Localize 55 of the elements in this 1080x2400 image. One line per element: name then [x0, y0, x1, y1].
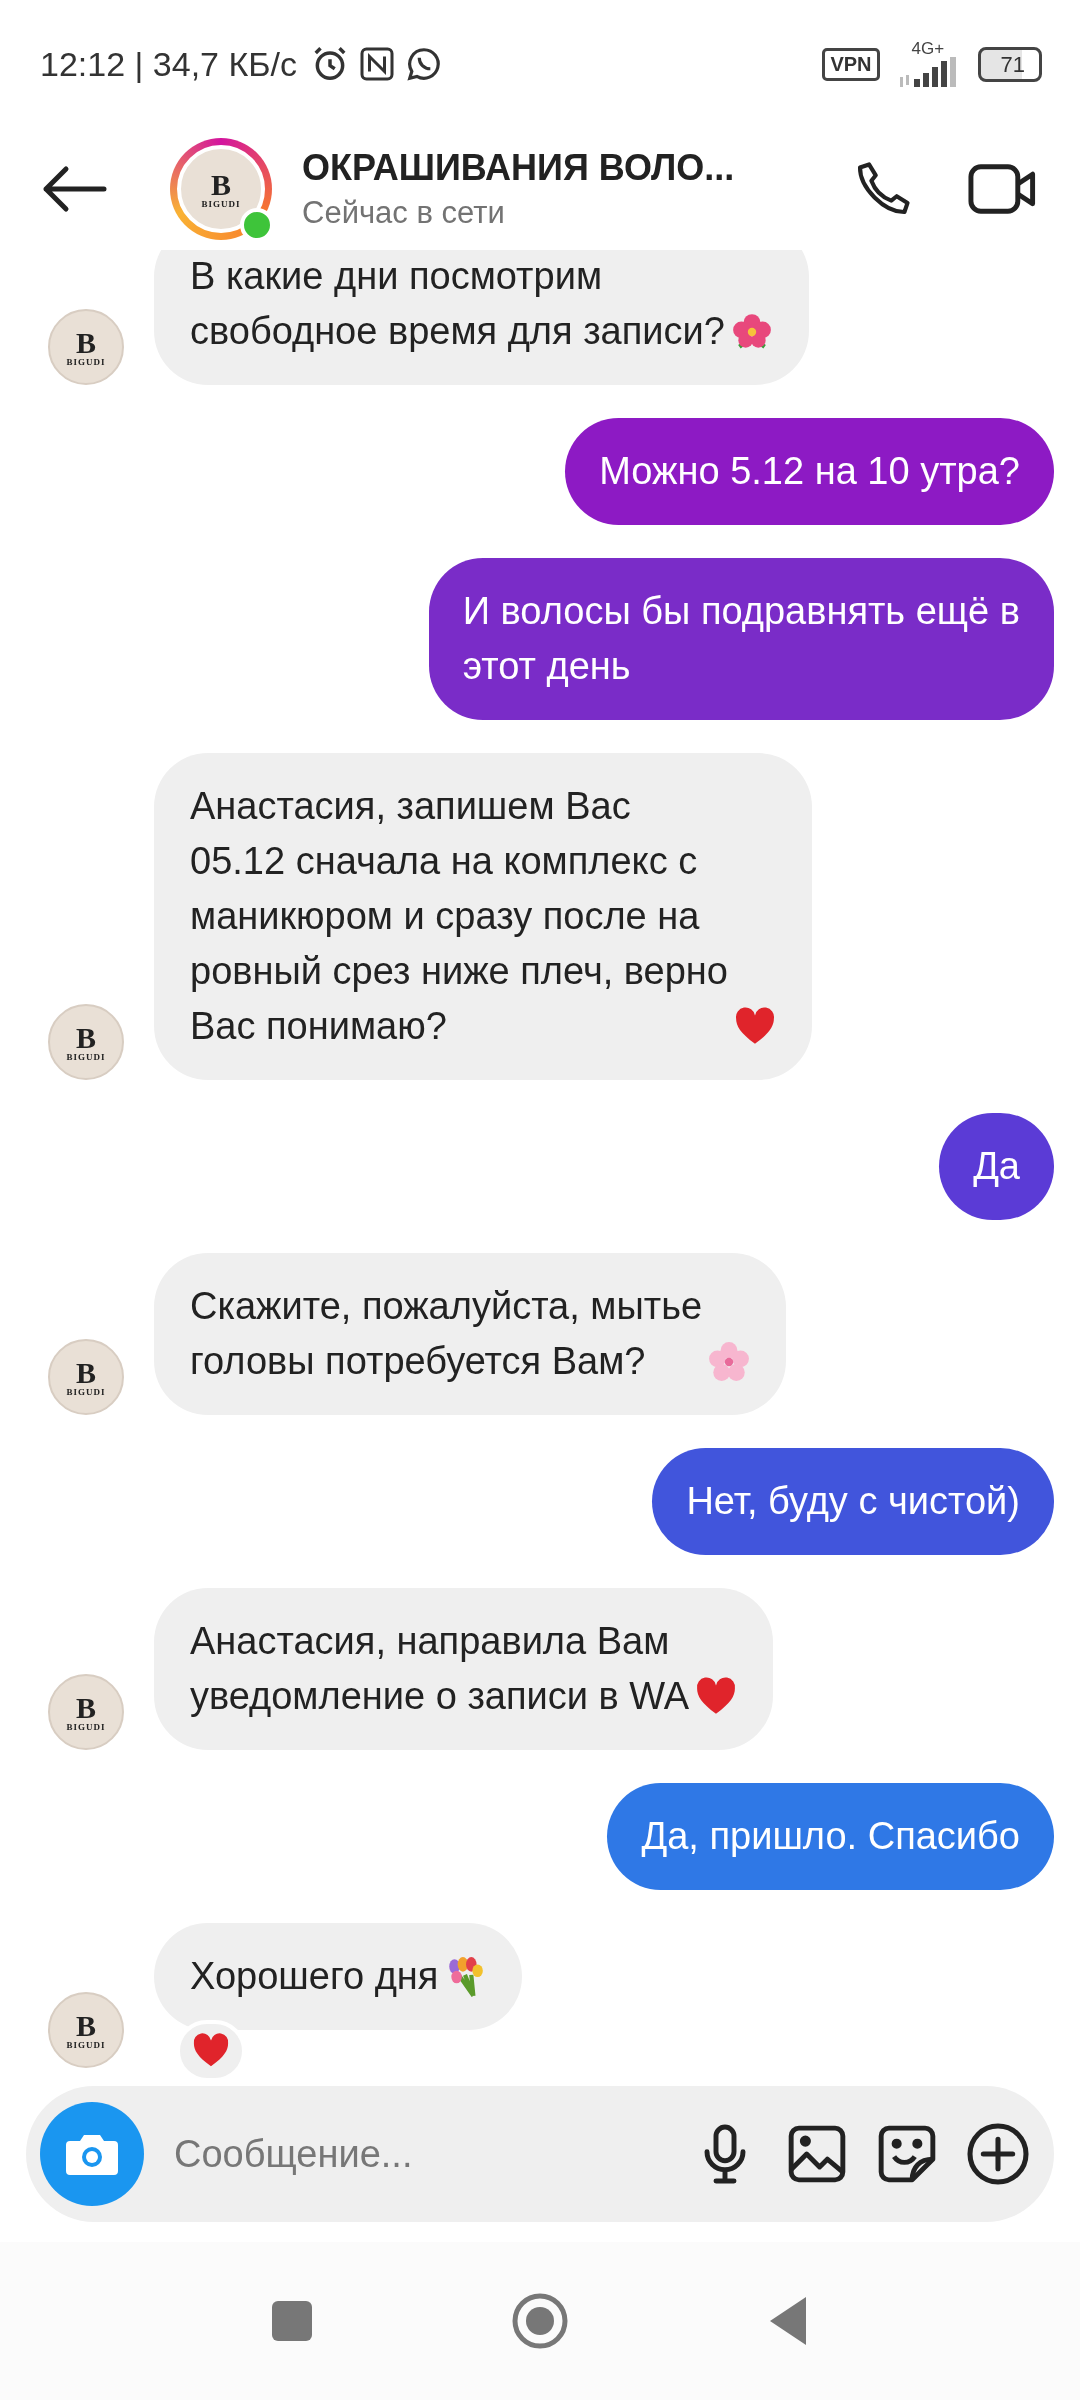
logo-letter: B — [76, 327, 96, 358]
message-text: Анастасия, запишем Вас 05.12 сначала на комплекс с маникюром и сразу после на ровный срез ниже плеч, верно Вас понимаю? — [190, 784, 728, 1049]
message-text: Хорошего дня — [190, 1954, 439, 1999]
logo-letter: B — [76, 1692, 96, 1723]
message-bubble[interactable]: Можно 5.12 на 10 утра? — [565, 418, 1054, 525]
network-type: 4G+ — [911, 39, 945, 57]
logo-letter: B — [76, 1022, 96, 1053]
message-bubble[interactable]: Нет, буду с чистой) — [652, 1448, 1054, 1555]
logo-letter: B — [76, 1357, 96, 1388]
logo-letter: B — [211, 169, 231, 200]
gallery-icon[interactable] — [786, 2123, 848, 2185]
back-arrow-icon[interactable] — [42, 164, 108, 214]
message-bubble[interactable]: Анастасия, направила Вам уведомление о записи в WA — [154, 1588, 774, 1750]
signal-icon — [897, 56, 958, 89]
message-text: Да, пришло. Спасибо — [641, 1815, 1020, 1857]
message-bubble[interactable]: Да, пришло. Спасибо — [607, 1783, 1054, 1890]
logo-caption: BIGUDI — [201, 199, 241, 209]
message-text: В какие дни посмотрим свободное время для записи? — [190, 254, 725, 354]
sticker-icon[interactable] — [876, 2123, 938, 2185]
logo-caption: BIGUDI — [66, 357, 106, 367]
home-button[interactable] — [512, 2293, 568, 2349]
logo-caption: BIGUDI — [66, 2040, 106, 2050]
message-bubble[interactable]: И волосы бы подравнять ещё в этот день — [428, 558, 1054, 720]
flower-icon — [708, 1341, 751, 1383]
add-icon[interactable] — [966, 2122, 1030, 2186]
battery-indicator: 71 — [977, 46, 1042, 82]
message-bubble[interactable]: Хорошего дня — [154, 1923, 523, 2030]
avatar[interactable]: B BIGUDI — [48, 1674, 124, 1750]
message-bubble[interactable]: Скажите, пожалуйста, мытье головы потребуется Вам? — [154, 1253, 787, 1415]
message-input[interactable]: Сообщение... — [172, 2131, 670, 2177]
nfc-icon — [359, 46, 395, 82]
avatar[interactable]: B BIGUDI — [48, 309, 124, 385]
message-text: Можно 5.12 на 10 утра? — [599, 450, 1020, 492]
logo-caption: BIGUDI — [66, 1722, 106, 1732]
back-button[interactable] — [768, 2297, 808, 2345]
message-text: Да — [973, 1145, 1020, 1187]
online-status: Сейчас в сети — [302, 195, 506, 231]
chat-icon — [405, 45, 443, 83]
message-bubble[interactable]: В какие дни посмотрим свободное время для записи? — [154, 250, 809, 385]
message-text: И волосы бы подравнять ещё в этот день — [462, 590, 1020, 687]
logo-caption: BIGUDI — [66, 1052, 106, 1062]
message-bubble[interactable]: Да — [939, 1113, 1054, 1220]
message-text: Нет, буду с чистой) — [686, 1480, 1020, 1522]
message-text: Анастасия, направила Вам уведомление о записи в WA — [190, 1619, 690, 1719]
vpn-badge: VPN — [822, 47, 880, 81]
logo-caption: BIGUDI — [66, 1387, 106, 1397]
logo-letter: B — [76, 2010, 96, 2041]
message-bubble[interactable]: Анастасия, запишем Вас 05.12 сначала на комплекс с маникюром и сразу после на ровный срез ниже плеч, верно Вас понимаю? — [154, 753, 812, 1080]
avatar[interactable]: B BIGUDI — [48, 1004, 124, 1080]
chat-title[interactable]: ОКРАШИВАНИЯ ВОЛО... — [302, 147, 852, 189]
avatar[interactable]: B BIGUDI — [48, 1339, 124, 1415]
status-time: 12:12 | 34,7 КБ/с — [40, 44, 297, 84]
message-text: Скажите, пожалуйста, мытье головы потребуется Вам? — [190, 1284, 703, 1384]
avatar[interactable]: B BIGUDI — [48, 1992, 124, 2068]
avatar[interactable]: B BIGUDI — [170, 138, 272, 240]
